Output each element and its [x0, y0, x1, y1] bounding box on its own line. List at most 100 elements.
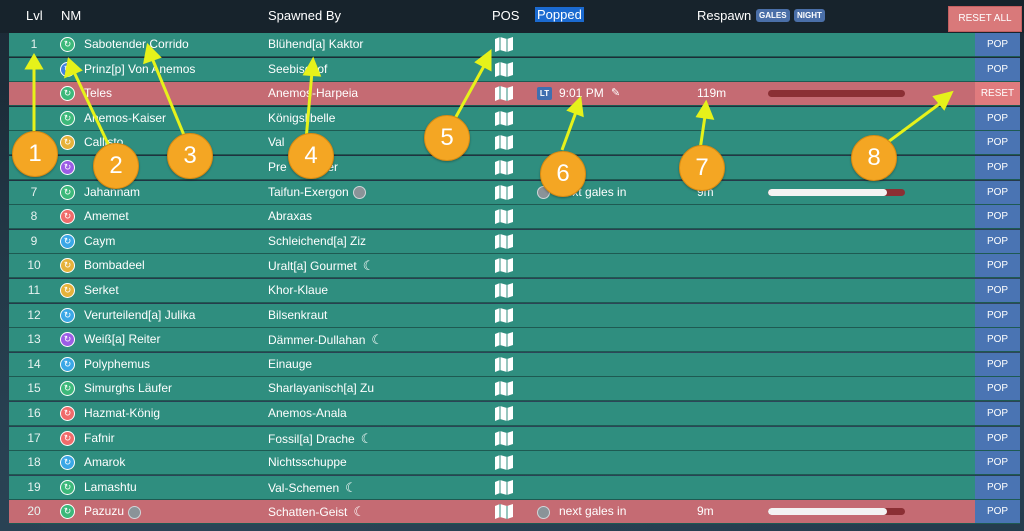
table-row[interactable]: 16 ↻ Hazmat-König Anemos-Anala POP [9, 402, 1020, 426]
row-level: 13 [27, 332, 41, 347]
spawned-by: Schleichend[a] Ziz [268, 230, 366, 253]
reset-all-button[interactable]: RESET ALL [948, 6, 1022, 32]
table-row[interactable]: ↻ Teles Anemos-Harpeia LT 9:01 PM ✎ 119m RESET [9, 82, 1020, 107]
header-respawn[interactable]: Respawn [697, 0, 751, 33]
gales-toggle[interactable]: GALES [756, 9, 790, 22]
pop-button[interactable]: POP [975, 279, 1020, 302]
map-icon[interactable] [495, 479, 513, 495]
table-row[interactable]: 15 ↻ Simurghs Läufer Sharlayanisch[a] Zu POP [9, 377, 1020, 402]
pop-button[interactable]: POP [975, 377, 1020, 401]
pop-button[interactable]: POP [975, 451, 1020, 475]
table-row[interactable]: 10 ↻ Bombadeel Uralt[a] Gourmet ☾ POP [9, 254, 1020, 279]
nm-name[interactable]: Amarok [84, 451, 125, 474]
nm-name[interactable]: Hazmat-König [84, 402, 160, 425]
edit-icon[interactable]: ✎ [611, 88, 620, 99]
pop-button[interactable]: POP [975, 328, 1020, 352]
pop-button[interactable]: POP [975, 303, 1020, 327]
nm-name[interactable]: Prinz[p] Von Anemos [84, 58, 195, 81]
table-row[interactable]: 7 ↻ Jahannam Taifun-Exergon next gales in 9m P… [9, 180, 1020, 205]
pop-button[interactable]: POP [975, 106, 1020, 130]
nm-name[interactable]: Simurghs Läufer [84, 377, 172, 400]
map-icon[interactable] [495, 184, 513, 200]
table-row[interactable]: 1 ↻ Sabotender Corrido Blühend[a] Kaktor POP [9, 33, 1020, 57]
table-header: Lvl NM Spawned By POS Popped Respawn GAL… [0, 0, 1024, 33]
nm-name[interactable]: Sabotender Corrido [84, 33, 189, 56]
pop-button[interactable]: POP [975, 500, 1020, 524]
nm-name[interactable]: Amemet [84, 205, 129, 228]
nm-name[interactable]: Caym [84, 230, 115, 253]
table-row[interactable]: 20 ↻ Pazuzu Schatten-Geist ☾ next gales in 9m P… [9, 500, 1020, 525]
map-icon[interactable] [495, 209, 513, 225]
table-row[interactable]: 17 ↻ Fafnir Fossil[a] Drache ☾ POP [9, 426, 1020, 451]
spawned-by: Schatten-Geist ☾ [268, 500, 365, 523]
pop-button[interactable]: POP [975, 205, 1020, 229]
spawned-by: Blühend[a] Kaktor [268, 33, 363, 56]
nm-name[interactable]: Bombadeel [84, 254, 145, 277]
map-icon[interactable] [495, 332, 513, 348]
table-row[interactable]: ↻ Prinz[p] Von Anemos Seebischof POP [9, 57, 1020, 82]
map-icon[interactable] [495, 381, 513, 397]
row-level [9, 82, 59, 105]
header-pos[interactable]: POS [492, 0, 519, 33]
nm-name-text: Lamashtu [84, 479, 137, 494]
nm-name[interactable]: Anemos-Kaiser [84, 107, 166, 130]
pop-button[interactable]: POP [975, 156, 1020, 179]
nm-name[interactable]: Weiß[a] Reiter [84, 328, 160, 351]
map-icon[interactable] [495, 307, 513, 323]
map-icon[interactable] [495, 61, 513, 77]
nm-name[interactable]: Polyphemus [84, 353, 150, 376]
map-icon[interactable] [495, 258, 513, 274]
table-row[interactable]: 11 ↻ Serket Khor-Klaue POP [9, 279, 1020, 303]
pop-button[interactable]: POP [975, 180, 1020, 204]
pop-button[interactable]: POP [975, 352, 1020, 376]
map-icon[interactable] [495, 135, 513, 151]
pop-button[interactable]: POP [975, 475, 1020, 499]
nm-name[interactable]: Serket [84, 279, 119, 302]
map-icon[interactable] [495, 504, 513, 520]
map-icon[interactable] [495, 455, 513, 471]
map-icon[interactable] [495, 86, 513, 102]
nm-name[interactable]: Fafnir [84, 427, 115, 450]
table-row[interactable]: 8 ↻ Amemet Abraxas POP [9, 205, 1020, 230]
map-icon[interactable] [495, 37, 513, 52]
night-toggle[interactable]: NIGHT [794, 9, 825, 22]
pop-button[interactable]: POP [975, 426, 1020, 450]
header-popped[interactable]: Popped [535, 7, 584, 22]
header-spawned-by[interactable]: Spawned By [268, 0, 341, 33]
pop-button[interactable]: POP [975, 402, 1020, 425]
table-row[interactable]: 14 ↻ Polyphemus Einauge POP [9, 352, 1020, 377]
nm-name[interactable]: Pazuzu [84, 500, 142, 523]
map-icon[interactable] [495, 233, 513, 249]
moon-icon: ☾ [360, 430, 373, 446]
row-level [9, 58, 59, 81]
nm-name-text: Amarok [84, 455, 126, 470]
rank-icon: ↻ [60, 61, 75, 77]
nm-name[interactable]: Teles [84, 82, 112, 105]
nm-name[interactable]: Lamashtu [84, 476, 137, 499]
header-lvl[interactable]: Lvl [26, 0, 43, 33]
table-row[interactable]: 18 ↻ Amarok Nichtsschuppe POP [9, 451, 1020, 476]
nm-name[interactable]: Verurteilend[a] Julika [84, 304, 195, 327]
reset-button[interactable]: RESET [975, 82, 1020, 106]
next-gales-text: next gales in [559, 504, 627, 519]
spawned-by: Val-Schemen ☾ [268, 476, 357, 499]
table-row[interactable]: 19 ↻ Lamashtu Val-Schemen ☾ POP [9, 475, 1020, 500]
table-row[interactable]: 9 ↻ Caym Schleichend[a] Ziz POP [9, 229, 1020, 254]
pop-button[interactable]: POP [975, 57, 1020, 81]
pop-button[interactable]: POP [975, 254, 1020, 278]
map-icon[interactable] [495, 283, 513, 298]
rank-icon: ↻ [60, 504, 75, 520]
map-icon[interactable] [495, 356, 513, 372]
pop-button[interactable]: POP [975, 33, 1020, 56]
map-icon[interactable] [495, 430, 513, 446]
pop-button[interactable]: POP [975, 229, 1020, 253]
table-row[interactable]: 12 ↻ Verurteilend[a] Julika Bilsenkraut POP [9, 303, 1020, 328]
row-level: 12 [27, 307, 41, 322]
pop-button[interactable]: POP [975, 131, 1020, 155]
table-row[interactable]: ↻ Anemos-Kaiser Königslibelle POP [9, 106, 1020, 131]
table-row[interactable]: 13 ↻ Weiß[a] Reiter Dämmer-Dullahan ☾ POP [9, 328, 1020, 353]
map-icon[interactable] [495, 110, 513, 126]
header-nm[interactable]: NM [61, 0, 81, 33]
map-icon[interactable] [495, 406, 513, 421]
map-icon[interactable] [495, 160, 513, 175]
